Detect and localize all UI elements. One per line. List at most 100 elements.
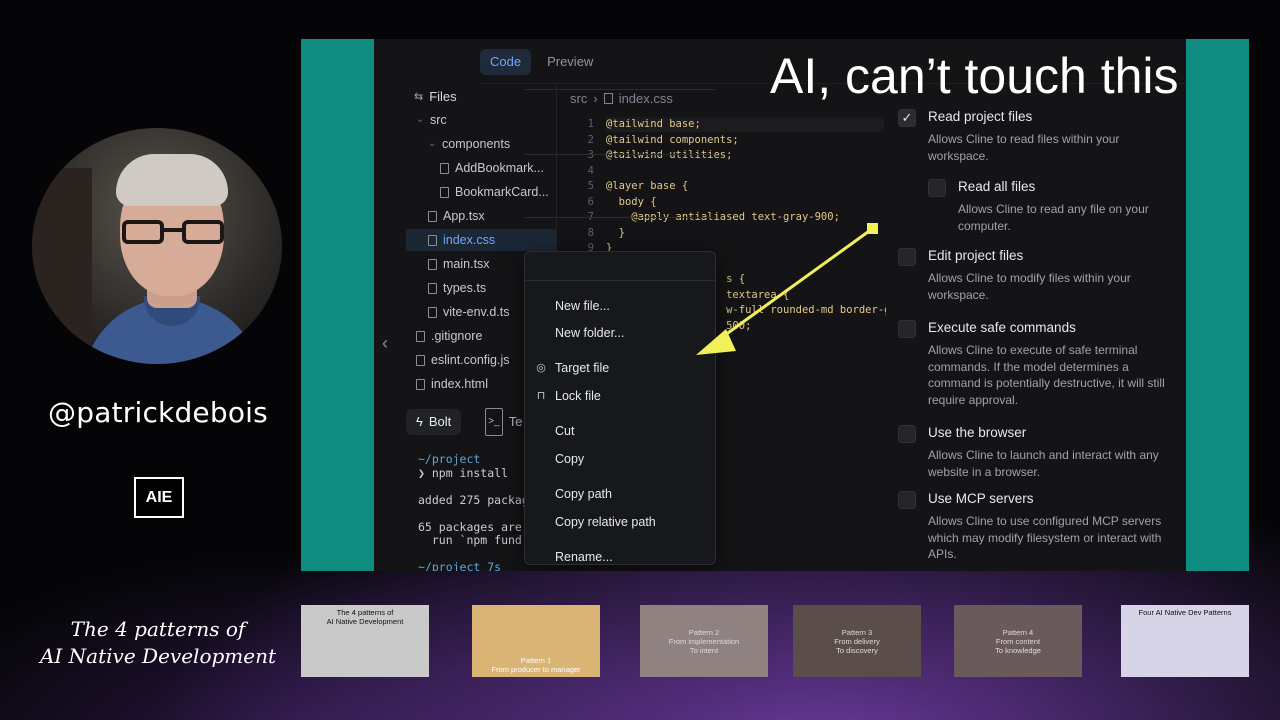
- tab-bolt[interactable]: ϟ Bolt: [406, 409, 462, 435]
- permission-title: Read all files: [958, 179, 1036, 194]
- tree-file[interactable]: App.tsx: [406, 205, 485, 227]
- slide-thumbnail[interactable]: Four AI Native Dev Patterns: [1121, 605, 1249, 677]
- tree-file[interactable]: AddBookmark...: [406, 157, 544, 179]
- tree-label: App.tsx: [443, 209, 485, 223]
- main-slide: Code Preview ‹ ⇆ Files ⌄ src ⌄ components Ad…: [301, 39, 1249, 571]
- permission-checkbox[interactable]: [928, 179, 946, 197]
- code-text: @layer base {: [606, 180, 689, 192]
- line-number: 8: [587, 226, 594, 239]
- tree-label: .gitignore: [431, 329, 483, 343]
- thumbnail-text: Pattern 1: [520, 656, 552, 665]
- menu-item-label: Copy relative path: [555, 515, 656, 529]
- code-line: 6 body {: [570, 195, 897, 211]
- permission-title: Read project files: [928, 109, 1033, 124]
- breadcrumb-item[interactable]: src: [570, 91, 587, 106]
- permission-checkbox[interactable]: [898, 491, 916, 509]
- menu-separator: [525, 280, 715, 281]
- menu-item-new-folder[interactable]: New folder...: [555, 322, 624, 344]
- thumbnail-text: From delivery: [834, 636, 880, 646]
- line-number: 6: [587, 195, 594, 208]
- tab-bolt-label: Bolt: [428, 414, 452, 429]
- menu-item-target-file[interactable]: ◎ Target file: [535, 357, 609, 379]
- tab-terminal-label: Te: [508, 414, 523, 429]
- terminal-line: ~/project 7s: [418, 560, 502, 571]
- talk-title-line: The 4 patterns of: [70, 617, 246, 641]
- tree-file[interactable]: index.css: [406, 229, 556, 251]
- tree-label: vite-env.d.ts: [443, 305, 510, 319]
- menu-item-label: New file...: [555, 299, 610, 313]
- tree-file[interactable]: index.html: [406, 373, 488, 395]
- permission-description: Allows Cline to execute of safe terminal…: [928, 343, 1165, 407]
- speaker-glasses: [122, 220, 224, 244]
- tree-label: AddBookmark...: [455, 161, 544, 175]
- tree-label: src: [430, 113, 447, 127]
- code-text: @tailwind components;: [606, 133, 739, 146]
- terminal-line: ~/project: [418, 452, 481, 466]
- tree-folder[interactable]: ⌄ components: [406, 133, 510, 155]
- permission-checkbox[interactable]: ✓: [898, 109, 916, 127]
- menu-item-copy[interactable]: Copy: [555, 448, 584, 470]
- chevron-left-icon[interactable]: ‹: [382, 333, 388, 354]
- slide-thumbnail[interactable]: Pattern 2 From implementation To intent: [640, 605, 768, 677]
- tree-file[interactable]: .gitignore: [406, 325, 482, 347]
- thumbnail-text: From content: [995, 636, 1041, 646]
- tree-label: main.tsx: [443, 257, 490, 271]
- menu-item-copy-path[interactable]: Copy path: [555, 483, 612, 505]
- breadcrumb-item[interactable]: index.css: [619, 91, 673, 106]
- speaker-handle: @patrickdebois: [48, 396, 268, 429]
- tree-label: index.html: [431, 377, 488, 391]
- slide-thumbnail[interactable]: The 4 patterns of AI Native Development: [301, 605, 429, 677]
- menu-item-lock-file[interactable]: ⊓ Lock file: [535, 385, 601, 407]
- background-wall: [32, 168, 92, 348]
- tab-preview[interactable]: Preview: [537, 49, 603, 75]
- menu-item-cut[interactable]: Cut: [555, 420, 574, 442]
- terminal-line: added 275 package: [418, 492, 536, 507]
- tree-file[interactable]: vite-env.d.ts: [406, 301, 509, 323]
- talk-title: The 4 patterns of AI Native Development: [30, 616, 286, 670]
- menu-item-label: Rename...: [555, 550, 613, 564]
- menu-item-copy-relative-path[interactable]: Copy relative path: [555, 511, 656, 533]
- permission-checkbox[interactable]: [898, 248, 916, 266]
- slide-thumbnail[interactable]: Pattern 1 From producer to manager: [472, 605, 600, 677]
- tree-file[interactable]: types.ts: [406, 277, 486, 299]
- context-menu: New file... New folder... ◎ Target file ⊓ Loc…: [524, 89, 716, 568]
- thumbnail-text: Four AI Native Dev Patterns: [1138, 608, 1232, 617]
- code-line: 4: [570, 164, 897, 180]
- tree-label: components: [442, 137, 511, 151]
- chevron-right-icon: ›: [593, 91, 598, 106]
- thumbnail-text: Pattern 3: [841, 627, 873, 637]
- permission-description: Allows Cline to read any file on your co…: [958, 202, 1149, 233]
- file-icon: [428, 234, 437, 246]
- slide-thumbnail[interactable]: Pattern 3 From delivery To discovery: [793, 605, 921, 677]
- menu-item-rename[interactable]: Rename...: [555, 546, 613, 568]
- tree-file[interactable]: eslint.config.js: [406, 349, 510, 371]
- code-line: 1 @tailwind base;: [570, 117, 897, 133]
- bottom-panel-tabs: ϟ Bolt >_ Te: [406, 405, 532, 439]
- tree-file[interactable]: BookmarkCard...: [406, 181, 549, 203]
- permission-checkbox[interactable]: [898, 425, 916, 443]
- thumbnail-text: Pattern 4: [1002, 627, 1034, 637]
- file-icon: [603, 93, 613, 104]
- tree-folder[interactable]: ⌄ src: [406, 109, 447, 131]
- menu-item-new-file[interactable]: New file...: [555, 295, 610, 317]
- code-line: 5 @layer base {: [570, 179, 897, 195]
- tree-file[interactable]: main.tsx: [406, 253, 490, 275]
- permission-checkbox[interactable]: [898, 320, 916, 338]
- thumbnail-text: To intent: [689, 645, 719, 655]
- code-text: @tailwind base;: [606, 118, 701, 130]
- file-icon: [428, 306, 437, 318]
- speaker-hair: [116, 154, 228, 206]
- tree-label: types.ts: [443, 281, 487, 295]
- thumbnail-text: From implementation: [668, 636, 740, 646]
- terminal-output: ~/project ❯ npm install added 275 package 6…: [418, 452, 536, 571]
- file-icon: [440, 186, 449, 198]
- chevron-down-icon: ⌄: [428, 138, 437, 149]
- slide-thumbnail[interactable]: Pattern 4 From content To knowledge: [954, 605, 1082, 677]
- code-text: }: [606, 226, 625, 239]
- menu-item-label: Copy path: [555, 487, 612, 501]
- file-icon: [416, 354, 425, 366]
- file-icon: [416, 330, 425, 342]
- tree-label: BookmarkCard...: [455, 185, 549, 199]
- tab-code[interactable]: Code: [480, 49, 532, 75]
